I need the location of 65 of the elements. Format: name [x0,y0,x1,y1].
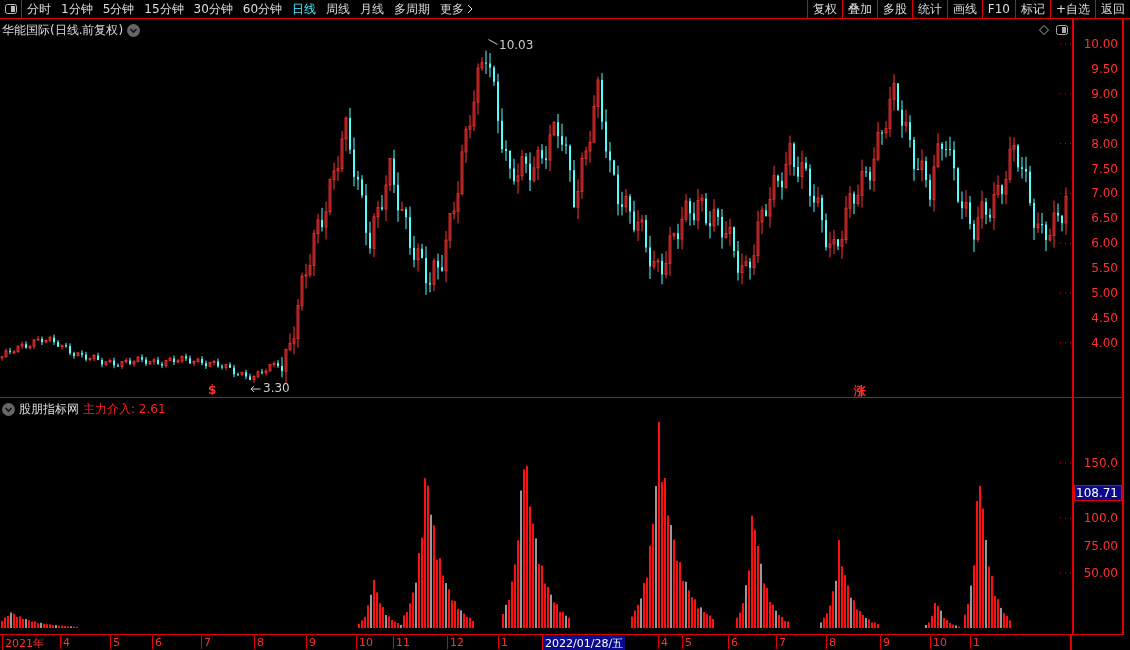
date-label: 1 [970,636,982,649]
axis-label: 9.50 [1091,61,1118,76]
chart-title: 华能国际(日线.前复权) [2,22,124,39]
axis-label: 5.50 [1091,261,1118,276]
date-label: 11 [393,636,412,649]
date-label: 7 [776,636,788,649]
period-tab[interactable]: 60分钟 [237,0,288,18]
axis-label: 5.00 [1091,286,1118,300]
indicator-reading: 主力介入: 2.61 [83,401,166,418]
date-label: 10 [356,636,375,649]
date-label: 5 [682,636,694,649]
date-label: 6 [152,636,164,649]
axis-label: 9.00 [1091,86,1118,101]
axis-label: 50.00 [1083,566,1118,580]
toolbar-button[interactable]: 统计 [911,0,947,18]
period-tab[interactable]: 月线 [355,0,390,18]
axis-label: 4.50 [1091,310,1118,325]
period-tab[interactable]: 15分钟 [139,0,189,18]
period-tab[interactable]: 周线 [321,0,356,18]
axis-label: 75.00 [1083,538,1118,553]
toolbar-button[interactable]: 返回 [1095,0,1130,18]
axis-label: 7.00 [1091,186,1118,201]
date-label: 7 [201,636,213,649]
date-label: 2022/01/28/五 [542,636,626,650]
date-label: 4 [658,636,670,649]
axis-label: 100.0 [1083,511,1118,525]
axis-label: 7.50 [1091,161,1118,176]
toolbar-button[interactable]: 多股 [876,0,912,18]
date-label: 12 [447,636,466,649]
axis-label: 4.00 [1091,335,1118,350]
toolbar-button[interactable]: +自选 [1049,0,1095,18]
period-tab[interactable]: 5分钟 [97,0,140,18]
toolbar-button[interactable]: 画线 [946,0,982,18]
axis-label: 150.0 [1083,456,1118,470]
axis-label: 8.00 [1091,136,1118,151]
axis-label: 8.50 [1091,111,1118,126]
current-value-label: 108.71 [1074,484,1122,501]
axis-label: 6.50 [1091,211,1118,226]
period-tab[interactable]: 更多 [435,0,479,18]
date-label: 4 [60,636,72,649]
high-price-label: 10.03 [499,38,534,52]
low-price-label: 3.30 [263,381,290,395]
toolbar-button[interactable]: F10 [981,0,1015,18]
date-label: 5 [110,636,122,649]
axis-label: 6.00 [1091,236,1118,251]
period-tab[interactable]: 30分钟 [188,0,238,18]
toolbar-button[interactable]: 标记 [1014,0,1050,18]
period-tab[interactable]: 1分钟 [56,0,98,18]
period-tab[interactable]: 多周期 [389,0,436,18]
period-tab[interactable]: 分时 [22,0,56,18]
toolbar-button[interactable]: 复权 [806,0,842,18]
date-label: 9 [880,636,892,649]
signal-marker: 涨 [854,383,866,400]
date-label: 8 [254,636,266,649]
indicator-title: 股朋指标网 [19,401,79,418]
period-tab[interactable]: 日线 [287,0,322,18]
date-label: 10 [930,636,949,649]
date-label: 6 [728,636,740,649]
date-label: 1 [498,636,510,649]
toolbar-button[interactable]: 叠加 [841,0,877,18]
signal-marker: $ [208,383,217,397]
date-label: 9 [306,636,318,649]
date-label: 2021年 [2,636,46,650]
axis-label: 10.00 [1083,37,1118,51]
date-label: 8 [826,636,838,649]
